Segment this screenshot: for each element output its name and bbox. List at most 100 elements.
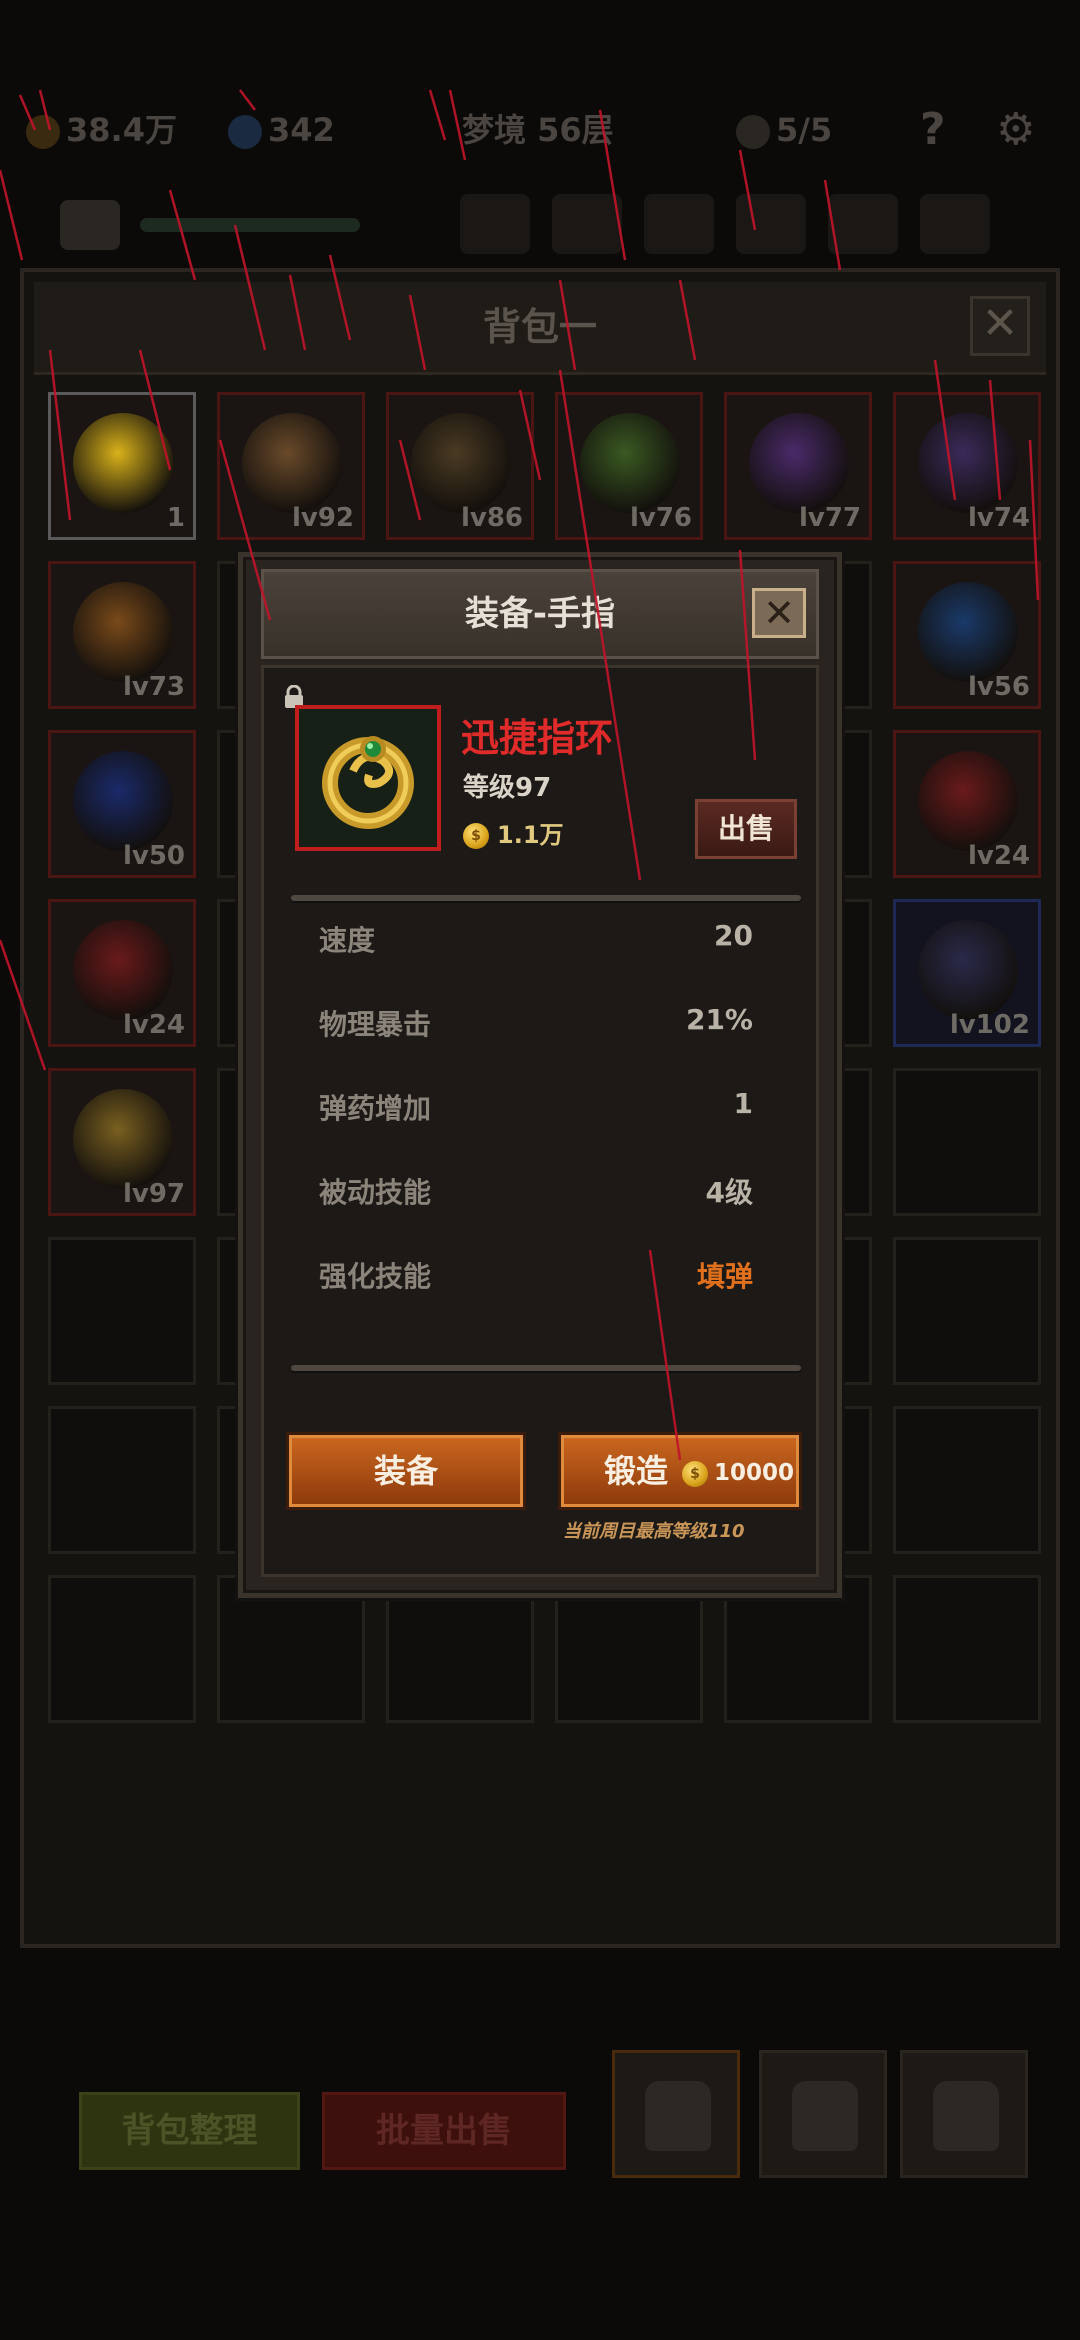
bag-tab-1[interactable] — [612, 2050, 740, 2178]
empty-bag-cell[interactable] — [893, 1575, 1041, 1723]
item-level-label: lv24 — [967, 841, 1030, 871]
item-level-label: 1 — [166, 503, 185, 533]
staff-icon — [411, 413, 511, 513]
bag-cell[interactable]: lv74 — [893, 392, 1041, 540]
bag-cell[interactable]: lv102 — [893, 899, 1041, 1047]
amulet-icon — [918, 751, 1018, 851]
skill-slot — [828, 194, 898, 254]
stat-name: 强化技能 — [319, 1260, 432, 1293]
stat-name: 弹药增加 — [319, 1092, 432, 1125]
forge-cost: $10000 — [682, 1440, 794, 1506]
gem-counter: 342 — [228, 95, 335, 165]
bag-cell[interactable]: lv77 — [724, 392, 872, 540]
hero-bar — [40, 190, 1040, 260]
divider — [291, 895, 801, 901]
item-price-value: 1.1万 — [497, 821, 564, 849]
ring-icon — [73, 1089, 173, 1189]
armor-icon — [918, 920, 1018, 1020]
hero-avatar — [60, 200, 120, 250]
bag-cell[interactable]: lv73 — [48, 561, 196, 709]
stat-row: 弹药增加 1 — [319, 1087, 753, 1137]
bag-cell[interactable]: 1 — [48, 392, 196, 540]
coin-icon: $ — [682, 1460, 708, 1487]
gold-counter: 38.4万 — [26, 95, 177, 165]
forge-cost-value: 10000 — [714, 1460, 795, 1486]
backpack-icon — [933, 2081, 999, 2151]
item-level-label: lv86 — [460, 503, 523, 533]
stat-name: 物理暴击 — [319, 1008, 432, 1041]
empty-bag-cell[interactable] — [48, 1406, 196, 1554]
bag-cell[interactable]: lv86 — [386, 392, 534, 540]
stat-value: 1 — [733, 1087, 753, 1120]
skill-slots — [460, 194, 1012, 258]
stat-value: 4级 — [705, 1176, 753, 1209]
empty-bag-cell[interactable] — [893, 1406, 1041, 1554]
coin-icon: $ — [463, 823, 489, 849]
item-level-label: lv56 — [967, 672, 1030, 702]
backpack-icon — [645, 2081, 711, 2151]
stat-row: 强化技能 填弹 — [319, 1255, 753, 1305]
sell-button[interactable]: 出售 — [695, 799, 797, 859]
gold-value: 38.4万 — [66, 111, 177, 149]
skill-slot — [736, 194, 806, 254]
item-level-label: lv92 — [291, 503, 354, 533]
stat-name: 速度 — [319, 924, 376, 957]
stat-value: 21% — [685, 1003, 753, 1036]
bag-cell[interactable]: lv76 — [555, 392, 703, 540]
item-level-label: lv102 — [949, 1010, 1030, 1040]
close-icon[interactable]: ✕ — [970, 296, 1030, 356]
item-level-label: lv24 — [122, 1010, 185, 1040]
mace-icon — [242, 413, 342, 513]
divider — [291, 1365, 801, 1371]
max-level-note: 当前周目最高等级110 — [563, 1521, 745, 1542]
bag-cell[interactable]: lv24 — [893, 730, 1041, 878]
stat-row: 被动技能 4级 — [319, 1171, 753, 1221]
top-hud: 38.4万 342 梦境 56层 5/5 ? ⚙ — [0, 95, 1080, 165]
stat-value: 填弹 — [696, 1260, 753, 1293]
empty-bag-cell[interactable] — [893, 1068, 1041, 1216]
stage-label: 梦境 56层 — [462, 111, 614, 149]
hood-icon — [749, 413, 849, 513]
gem-icon — [228, 115, 262, 149]
forge-button[interactable]: 锻造 $10000 — [561, 1435, 799, 1507]
bag-cell[interactable]: lv92 — [217, 392, 365, 540]
bag-title: 背包一 — [482, 305, 597, 349]
equip-button[interactable]: 装备 — [289, 1435, 523, 1507]
question-icon[interactable]: ? — [920, 95, 946, 165]
modal-header: 装备-手指 ✕ — [261, 569, 819, 659]
item-level: 等级97 — [463, 773, 552, 803]
skill-slot — [644, 194, 714, 254]
helmet-icon — [73, 582, 173, 682]
skill-slot — [920, 194, 990, 254]
bag-cell[interactable]: lv97 — [48, 1068, 196, 1216]
empty-bag-cell[interactable] — [48, 1575, 196, 1723]
equipment-detail-modal: 装备-手指 ✕ 迅捷指环 等级97 $1.1万 出售 速度 20 物理暴击 21% 弹药… — [238, 552, 842, 1598]
empty-bag-cell[interactable] — [48, 1237, 196, 1385]
item-price: $1.1万 — [463, 815, 564, 850]
gold-icon — [26, 115, 60, 149]
item-level-label: lv74 — [967, 503, 1030, 533]
amulet-icon — [73, 920, 173, 1020]
sort-bag-button[interactable]: 背包整理 — [79, 2092, 300, 2170]
ring-icon — [918, 582, 1018, 682]
item-level-label: lv50 — [122, 841, 185, 871]
bag-tab-2[interactable] — [759, 2050, 887, 2178]
bag-cell[interactable]: lv56 — [893, 561, 1041, 709]
bag-tab-3[interactable] — [900, 2050, 1028, 2178]
stat-row: 速度 20 — [319, 919, 753, 969]
bag-title-bar: 背包一 ✕ — [34, 282, 1046, 375]
bag-cell[interactable]: lv50 — [48, 730, 196, 878]
item-icon-frame — [295, 705, 441, 851]
bulk-sell-button[interactable]: 批量出售 — [322, 2092, 566, 2170]
orb-icon — [73, 751, 173, 851]
bag-cell[interactable]: lv24 — [48, 899, 196, 1047]
item-level-label: lv76 — [629, 503, 692, 533]
hood-icon — [918, 413, 1018, 513]
forge-label: 锻造 — [604, 1452, 669, 1490]
close-icon[interactable]: ✕ — [752, 588, 806, 638]
gear-icon[interactable]: ⚙ — [996, 95, 1035, 165]
ring-icon — [322, 736, 414, 829]
item-level-label: lv97 — [122, 1179, 185, 1209]
gun-icon — [580, 413, 680, 513]
empty-bag-cell[interactable] — [893, 1237, 1041, 1385]
